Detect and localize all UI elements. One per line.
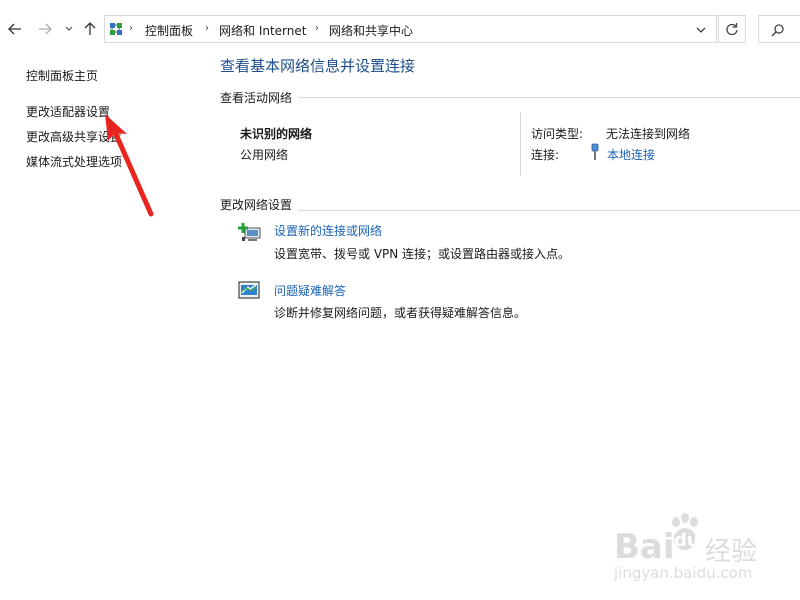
breadcrumb-separator-icon: › bbox=[129, 23, 133, 34]
back-button[interactable] bbox=[6, 20, 24, 38]
access-type-value: 无法连接到网络 bbox=[606, 127, 691, 141]
ethernet-cable-icon bbox=[591, 143, 599, 160]
breadcrumb-network-internet[interactable]: 网络和 Internet bbox=[219, 22, 306, 39]
address-bar[interactable]: › 控制面板 › 网络和 Internet › 网络和共享中心 bbox=[104, 15, 717, 43]
breadcrumb-control-panel[interactable]: 控制面板 bbox=[145, 22, 193, 39]
navigation-bar: › 控制面板 › 网络和 Internet › 网络和共享中心 bbox=[0, 0, 800, 56]
access-type-label: 访问类型: bbox=[531, 127, 584, 141]
watermark-cn: 经验 bbox=[705, 537, 758, 567]
control-panel-home-link[interactable]: 控制面板主页 bbox=[26, 67, 98, 84]
chevron-down-icon bbox=[65, 26, 73, 31]
connection-label: 连接: bbox=[531, 148, 560, 162]
search-box[interactable] bbox=[758, 15, 800, 43]
up-arrow-icon bbox=[84, 22, 96, 35]
setup-new-connection-description: 设置宽带、拨号或 VPN 连接；或设置路由器或接入点。 bbox=[274, 247, 571, 261]
forward-button[interactable] bbox=[36, 20, 54, 38]
troubleshoot-link[interactable]: 问题疑难解答 bbox=[274, 282, 346, 299]
new-connection-icon[interactable] bbox=[238, 222, 262, 244]
annotation-arrow-icon bbox=[105, 114, 154, 217]
network-type-link[interactable]: 公用网络 bbox=[240, 146, 288, 163]
breadcrumb-separator-icon: › bbox=[205, 23, 209, 34]
section-divider bbox=[220, 210, 800, 211]
up-button[interactable] bbox=[81, 20, 99, 38]
back-arrow-icon bbox=[8, 23, 21, 35]
local-connection-link[interactable]: 本地连接 bbox=[607, 146, 655, 163]
refresh-button[interactable] bbox=[718, 15, 746, 43]
setup-new-connection-link[interactable]: 设置新的连接或网络 bbox=[274, 222, 382, 239]
active-networks-heading: 查看活动网络 bbox=[220, 89, 299, 106]
vertical-divider bbox=[520, 112, 521, 176]
control-panel-icon bbox=[110, 23, 122, 35]
search-icon bbox=[771, 24, 784, 37]
breadcrumb-separator-icon: › bbox=[315, 23, 319, 34]
watermark-brand: Bai bbox=[614, 527, 675, 567]
refresh-icon bbox=[726, 23, 738, 36]
troubleshoot-description: 诊断并修复网络问题，或者获得疑难解答信息。 bbox=[274, 306, 527, 320]
address-dropdown-icon[interactable] bbox=[695, 26, 707, 34]
watermark-brand-du: du bbox=[674, 530, 700, 551]
network-name: 未识别的网络 bbox=[240, 127, 313, 141]
page-title: 查看基本网络信息并设置连接 bbox=[220, 57, 416, 75]
watermark-url: jingyan.baidu.com bbox=[614, 564, 753, 582]
forward-arrow-icon bbox=[39, 23, 52, 35]
troubleshoot-icon[interactable] bbox=[238, 281, 260, 301]
breadcrumb-network-sharing-center[interactable]: 网络和共享中心 bbox=[329, 22, 413, 39]
section-divider bbox=[220, 97, 800, 98]
recent-locations-button[interactable] bbox=[60, 20, 78, 38]
change-settings-heading: 更改网络设置 bbox=[220, 196, 299, 213]
